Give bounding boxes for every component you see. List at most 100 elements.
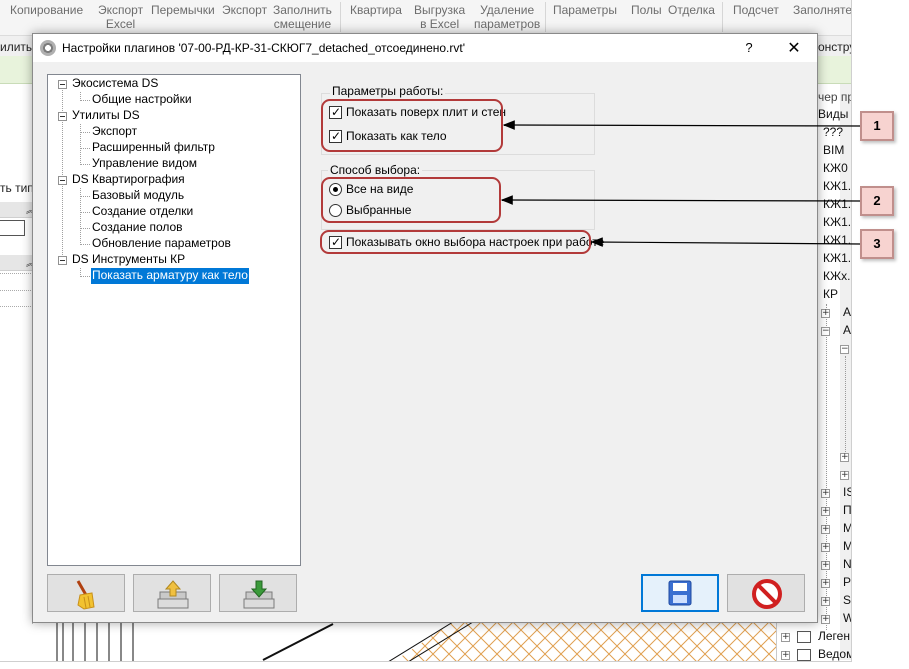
broom-icon [76,580,95,610]
expand-icon[interactable]: + [821,579,830,588]
save-settings-file-button[interactable] [219,574,297,612]
expand-icon[interactable]: + [821,543,830,552]
tree-node-view-management[interactable]: Управление видом [92,156,197,172]
pb-view-item[interactable]: КЖ1. [823,197,851,211]
tree-line [80,124,81,165]
expand-icon[interactable]: + [840,453,849,462]
load-settings-button[interactable] [133,574,211,612]
collapse-icon[interactable] [58,256,67,265]
folder-download-icon [243,580,275,609]
ribbon-tab-fill[interactable]: Заполняте [793,3,851,17]
ribbon-tab-export-to-excel[interactable]: Выгрузка в Excel [414,3,465,31]
ribbon-tab-export-excel[interactable]: Экспорт Excel [98,3,143,31]
pb-node[interactable]: А [843,323,851,337]
plugin-settings-dialog: Настройки плагинов '07-00-РД-КР-31-СКЮГ7… [32,33,818,623]
ribbon-tab-parameters[interactable]: Параметры [553,3,617,17]
ribbon-tab-floors[interactable]: Полы [631,3,662,17]
drawing-hatch [56,622,776,661]
pb-node[interactable]: П [843,503,851,517]
divider [0,290,33,291]
collapse-icon[interactable] [58,80,67,89]
expand-icon[interactable]: + [821,525,830,534]
tree-node-ecosystem-ds[interactable]: Экосистема DS [72,76,158,92]
save-button[interactable] [641,574,719,612]
pb-view-item[interactable]: КЖх. [823,269,850,283]
pb-view-item[interactable]: КЖ1. [823,233,851,247]
pb-node[interactable]: IS [843,485,851,499]
callout-1: 1 [860,111,894,141]
collapse-icon[interactable]: − [821,327,830,336]
tree-line [80,196,90,197]
ribbon-tab-export[interactable]: Экспорт [222,3,267,17]
cancel-button[interactable] [727,574,805,612]
pb-node[interactable]: W [843,611,851,625]
pb-view-item[interactable]: КЖ0 [823,161,848,175]
drawing-canvas[interactable] [33,622,776,661]
pb-legends[interactable]: Леген [818,629,850,643]
properties-value-field[interactable] [0,220,25,236]
tree-node-general-settings[interactable]: Общие настройки [92,92,192,108]
tree-node-extended-filter[interactable]: Расширенный фильтр [92,140,215,156]
tree-node-create-finishing[interactable]: Создание отделки [92,204,193,220]
ribbon-tab-delete-params[interactable]: Удаление параметров [474,3,540,31]
annotation-highlight-2 [321,177,501,223]
properties-section-header[interactable]: ︽ [0,255,35,271]
tree-node-utilities-ds[interactable]: Утилиты DS [72,108,140,124]
ribbon-separator [545,2,546,32]
pb-views[interactable]: Виды [818,107,848,121]
tree-node-ds-apartments[interactable]: DS Квартирография [72,172,185,188]
tree-node-update-parameters[interactable]: Обновление параметров [92,236,231,252]
pb-view-item[interactable]: КЖ1. [823,215,851,229]
help-button[interactable]: ? [739,36,759,60]
properties-panel [0,84,33,624]
pb-node[interactable]: Р [843,575,851,589]
plugin-tree[interactable]: Экосистема DS Общие настройки Утилиты DS… [47,74,301,566]
annotation-highlight-3 [320,230,591,254]
expand-icon[interactable]: + [821,309,830,318]
tree-node-create-floors[interactable]: Создание полов [92,220,183,236]
ribbon-tab-lintels[interactable]: Перемычки [151,3,215,17]
expand-icon[interactable]: + [821,507,830,516]
tree-node-export[interactable]: Экспорт [92,124,137,140]
expand-icon[interactable]: + [781,633,790,642]
tree-line [80,228,90,229]
pb-node[interactable]: М [843,521,851,535]
pb-view-item[interactable]: КЖ1. [823,251,851,265]
tree-node-show-rebar-as-solid[interactable]: Показать арматуру как тело [91,268,249,284]
ribbon-tab-count[interactable]: Подсчет [733,3,779,17]
expand-icon[interactable]: + [840,471,849,480]
legend-icon [797,631,811,643]
pb-view-item[interactable]: BIM [823,143,844,157]
expand-icon[interactable]: + [821,615,830,624]
clean-button[interactable] [47,574,125,612]
expand-icon[interactable]: + [821,489,830,498]
pb-node[interactable]: А [843,305,851,319]
tree-node-ds-kr-tools[interactable]: DS Инструменты КР [72,252,185,268]
pb-view-item[interactable]: КЖ1. [823,179,851,193]
collapse-icon[interactable] [58,112,67,121]
ribbon-tab-copy[interactable]: Копирование [10,3,83,17]
dialog-titlebar[interactable]: Настройки плагинов '07-00-РД-КР-31-СКЮГ7… [33,34,817,62]
expand-icon[interactable]: + [821,561,830,570]
ribbon-tab-finishing[interactable]: Отделка [668,3,715,17]
pb-node[interactable]: S [843,593,851,607]
expand-icon[interactable]: + [821,597,830,606]
project-browser-title: чер пр [818,90,852,104]
pb-view-item[interactable]: КР [823,287,838,301]
ribbon-tab-apartment[interactable]: Квартира [350,3,402,17]
collapse-icon[interactable] [58,176,67,185]
cancel-icon [752,579,782,609]
close-button[interactable]: ✕ [779,36,809,60]
pb-view-item[interactable]: ??? [823,125,843,139]
collapse-icon[interactable]: − [840,345,849,354]
properties-section-header[interactable]: ︽ [0,202,35,218]
pb-node[interactable]: N [843,557,851,571]
pb-node[interactable]: М [843,539,851,553]
pb-schedules[interactable]: Ведом [818,647,851,661]
edit-type-label[interactable]: ть тип [0,181,34,195]
selection-method-legend: Способ выбора: [328,163,423,177]
tree-node-base-module[interactable]: Базовый модуль [92,188,184,204]
ribbon-tab-fill-offset[interactable]: Заполнить смещение [273,3,332,31]
expand-icon[interactable]: + [781,651,790,660]
tree-line [845,356,846,456]
